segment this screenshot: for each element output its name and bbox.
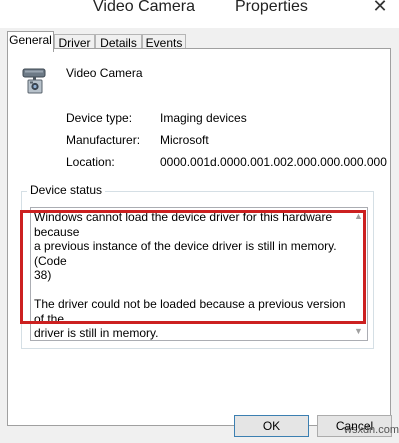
manufacturer-label: Manufacturer:	[66, 133, 141, 147]
device-status-text: Windows cannot load the device driver fo…	[34, 210, 346, 340]
general-tab-panel: Video Camera Device type: Imaging device…	[7, 48, 391, 426]
device-type-label: Device type:	[66, 111, 133, 125]
device-name: Video Camera	[66, 66, 143, 80]
manufacturer-value: Microsoft	[160, 133, 209, 147]
scroll-down-icon[interactable]: ▼	[350, 323, 367, 340]
device-status-title: Device status	[27, 183, 106, 197]
location-value: 0000.001d.0000.001.002.000.000.000.000	[160, 155, 387, 169]
device-status-textbox[interactable]: Windows cannot load the device driver fo…	[30, 207, 368, 341]
device-type-value: Imaging devices	[160, 111, 247, 125]
location-label: Location:	[66, 155, 115, 169]
scroll-up-icon[interactable]: ▲	[350, 208, 367, 225]
tab-general[interactable]: General	[7, 31, 54, 52]
camera-device-icon	[22, 68, 46, 94]
close-button[interactable]: ✕	[360, 0, 399, 16]
window-title-properties: Properties	[235, 0, 308, 15]
window-title-device: Video Camera	[93, 0, 195, 15]
watermark-text: wsxdn.com	[344, 424, 399, 436]
status-scrollbar[interactable]: ▲ ▼	[350, 208, 367, 340]
ok-button[interactable]: OK	[234, 415, 309, 437]
title-bar: Video Camera Properties ✕	[0, 0, 399, 28]
dialog-client-area: General Driver Details Events Video Came…	[0, 28, 399, 443]
